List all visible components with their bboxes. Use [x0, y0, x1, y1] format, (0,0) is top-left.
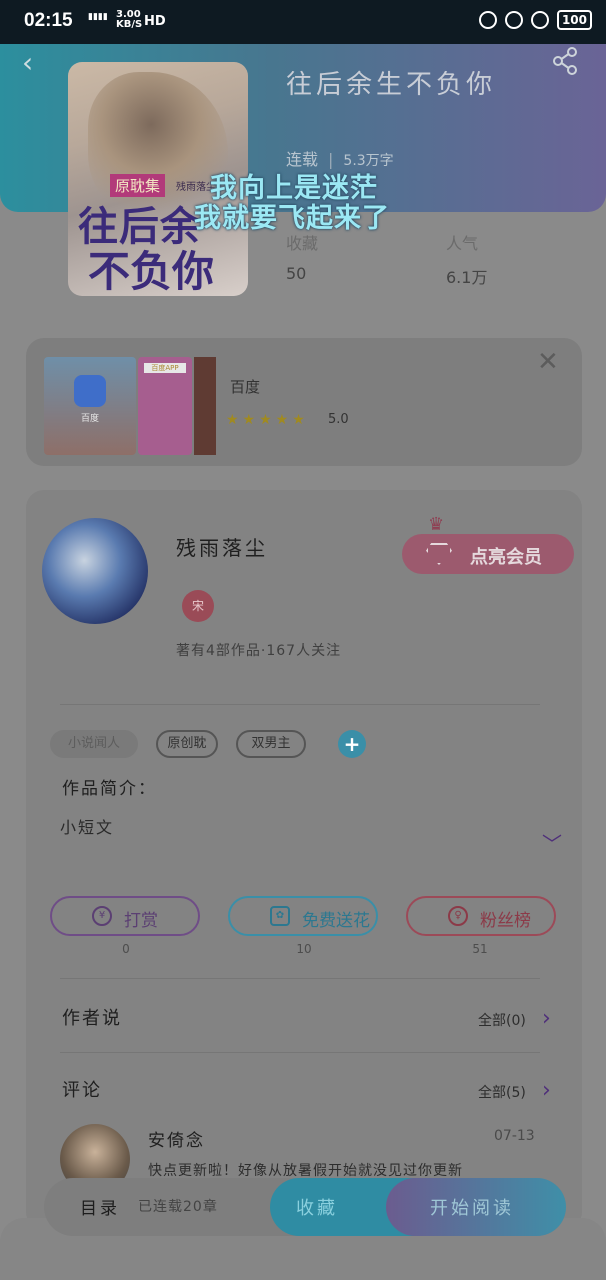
ad-app-name[interactable]: 百度	[230, 376, 260, 397]
comment-text[interactable]: 快点更新啦！好像从放暑假开始就没见过你更新	[148, 1160, 528, 1180]
battery-icon: 100	[556, 10, 592, 30]
author-says-title: 作者说	[62, 1008, 122, 1029]
chapter-count[interactable]: 已连载20章	[138, 1196, 218, 1216]
reward-count: 0	[122, 942, 130, 956]
share-icon[interactable]	[550, 46, 580, 76]
ad-rating-value: 5.0	[328, 412, 349, 427]
author-avatar[interactable]	[42, 518, 148, 624]
baidu-logo-icon	[74, 375, 106, 407]
diamond-icon	[426, 543, 452, 565]
collect-button-label: 收藏	[296, 1198, 338, 1219]
chevron-down-icon[interactable]: ﹀	[542, 828, 562, 857]
signal-icon: ▮▮▮▮	[88, 12, 108, 22]
flower-icon: ✿	[270, 906, 290, 926]
mute-icon	[478, 11, 497, 29]
fan-count: 51	[472, 942, 488, 956]
author-says-more[interactable]: 全部(0)	[478, 1010, 526, 1030]
overlay-caption-line2: 我就要飞起来了	[194, 203, 390, 234]
hd-badge: HD	[144, 14, 166, 29]
ad-image-partial	[194, 357, 216, 455]
chevron-right-icon[interactable]: ›	[542, 1078, 551, 1103]
author-level-badge: 宋	[182, 590, 214, 622]
comments-title: 评论	[62, 1080, 102, 1101]
fan-ranking-button[interactable]: ♀ 粉丝榜	[406, 896, 556, 936]
fan-ranking-button-label: 粉丝榜	[480, 911, 531, 931]
user-icon: ♀	[448, 906, 468, 926]
send-flower-button-label: 免费送花	[302, 911, 370, 931]
tag-item[interactable]: 双男主	[236, 730, 306, 758]
status-time: 02:15	[24, 10, 73, 31]
popularity-value: 6.1万	[446, 268, 488, 287]
back-icon[interactable]: ‹	[22, 46, 42, 79]
flower-count: 10	[296, 942, 312, 956]
start-reading-label: 开始阅读	[430, 1198, 514, 1219]
vpn-icon	[504, 11, 523, 29]
start-reading-button[interactable]: 开始阅读	[386, 1178, 566, 1236]
popularity-label: 人气	[446, 234, 479, 253]
divider	[60, 1052, 540, 1053]
vip-button[interactable]: 点亮会员	[402, 534, 574, 574]
comments-more[interactable]: 全部(5)	[478, 1082, 526, 1102]
ad-image-caption: 百度	[80, 414, 99, 424]
status-icons: 100	[478, 10, 592, 30]
headphones-icon	[530, 11, 549, 29]
tag-item[interactable]: 小说闻人	[50, 730, 138, 758]
divider	[60, 978, 540, 979]
reward-button[interactable]: ¥ 打赏	[50, 896, 200, 936]
chevron-right-icon[interactable]: ›	[542, 1006, 551, 1031]
tag-item[interactable]: 原创耽	[156, 730, 218, 758]
yen-icon: ¥	[92, 906, 112, 926]
network-speed: 3.00 KB/S	[116, 9, 143, 30]
vip-button-label: 点亮会员	[470, 547, 542, 568]
ad-image-app[interactable]: 百度APP	[138, 357, 192, 455]
close-icon[interactable]: ✕	[537, 349, 559, 375]
ad-image-baidu[interactable]: 百度	[44, 357, 136, 455]
commenter-name[interactable]: 安倚念	[148, 1126, 205, 1151]
book-title: 往后余生不负你	[286, 70, 497, 100]
ad-rating-stars: ★★★★★	[226, 412, 309, 428]
author-name[interactable]: 残雨落尘	[176, 532, 268, 561]
comment-date: 07-13	[494, 1128, 535, 1144]
intro-label: 作品简介：	[62, 779, 157, 799]
add-tag-button[interactable]: +	[338, 730, 366, 758]
table-of-contents-button[interactable]: 目录	[80, 1194, 120, 1219]
status-bar: 02:15 ▮▮▮▮ 3.00 KB/S HD 100	[0, 0, 606, 44]
collect-count-value: 50	[286, 264, 307, 283]
cover-title-line2: 不负你	[88, 247, 215, 296]
ad-image-app-label: 百度APP	[144, 363, 186, 373]
author-stats: 著有4部作品·167人关注	[176, 643, 342, 659]
divider	[60, 704, 540, 705]
reward-button-label: 打赏	[124, 911, 158, 931]
intro-text: 小短文	[60, 818, 115, 837]
send-flower-button[interactable]: ✿ 免费送花	[228, 896, 378, 936]
crown-icon: ♛	[428, 514, 445, 535]
